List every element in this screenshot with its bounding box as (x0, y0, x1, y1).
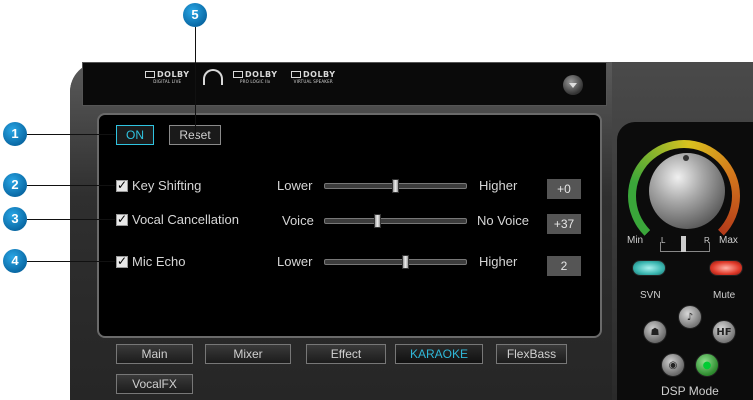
dolby-logo-bar: DOLBY DIGITAL LIVE DOLBY PRO LOGIC IIx D… (82, 62, 607, 106)
vocal-cancellation-slider-thumb[interactable] (374, 214, 382, 228)
vocal-cancellation-value: +37 (547, 214, 581, 234)
dolby-pro-logic-logo: DOLBY PRO LOGIC IIx (233, 71, 278, 84)
callout-2: 2 (3, 173, 27, 197)
callout-3-leader (27, 219, 115, 220)
volume-max-label: Max (719, 235, 738, 246)
callout-1-leader (27, 134, 115, 135)
mic-echo-value: 2 (547, 256, 581, 276)
tab-bar: Main Mixer Effect KARAOKE FlexBass Vocal… (97, 338, 602, 400)
tab-karaoke[interactable]: KARAOKE (395, 344, 483, 364)
tab-main[interactable]: Main (116, 344, 193, 364)
on-toggle-button[interactable]: ON (116, 125, 154, 145)
callout-2-leader (27, 185, 115, 186)
key-shifting-min-label: Lower (277, 178, 313, 193)
vocal-cancellation-label: Vocal Cancellation (132, 212, 239, 227)
mic-echo-checkbox[interactable] (116, 254, 128, 268)
key-shifting-value: +0 (547, 179, 581, 199)
key-shifting-slider-thumb[interactable] (392, 179, 399, 193)
screenshot-canvas: DOLBY DIGITAL LIVE DOLBY PRO LOGIC IIx D… (0, 0, 753, 400)
svn-label: SVN (640, 290, 661, 301)
mic-echo-min-label: Lower (277, 254, 313, 269)
dsp-mode-music-icon[interactable]: ♪ (678, 305, 702, 329)
svn-button[interactable] (632, 260, 666, 276)
mic-echo-slider[interactable] (324, 259, 467, 265)
mic-echo-max-label: Higher (479, 254, 518, 269)
balance-slider-thumb[interactable] (681, 236, 686, 252)
callout-1: 1 (3, 122, 27, 146)
mic-echo-label: Mic Echo (132, 254, 186, 269)
headphone-icon (203, 69, 223, 85)
callout-4-leader (27, 261, 115, 262)
dsp-mode-robot-icon[interactable]: ☗ (643, 320, 667, 344)
tab-mixer[interactable]: Mixer (205, 344, 291, 364)
dsp-mode-label: DSP Mode (661, 384, 719, 398)
dsp-mode-active-icon[interactable]: ● (695, 353, 719, 377)
volume-knob-indicator (683, 155, 689, 161)
tab-vocalfx[interactable]: VocalFX (116, 374, 193, 394)
vocal-cancellation-slider[interactable] (324, 218, 467, 224)
mute-button[interactable] (709, 260, 743, 276)
dsp-mode-hf-icon[interactable]: HF (712, 320, 736, 344)
vocal-cancellation-min-label: Voice (282, 213, 314, 228)
dolby-digital-live-logo: DOLBY DIGITAL LIVE (145, 71, 190, 84)
dropdown-arrow-icon[interactable] (563, 75, 583, 95)
dsp-mode-game-icon[interactable]: ◉ (661, 353, 685, 377)
karaoke-panel: ON Reset Key Shifting Lower Higher +0 Vo… (97, 113, 602, 338)
vocal-cancellation-checkbox[interactable] (116, 212, 128, 226)
volume-knob[interactable] (649, 153, 725, 229)
key-shifting-checkbox[interactable] (116, 178, 128, 192)
volume-min-label: Min (627, 235, 644, 246)
callout-5: 5 (183, 3, 207, 27)
callout-4: 4 (3, 249, 27, 273)
key-shifting-max-label: Higher (479, 178, 518, 193)
callout-3: 3 (3, 207, 27, 231)
callout-5-leader (195, 27, 196, 137)
tab-effect[interactable]: Effect (306, 344, 386, 364)
key-shifting-label: Key Shifting (132, 178, 202, 193)
mic-echo-slider-thumb[interactable] (401, 255, 409, 269)
vocal-cancellation-max-label: No Voice (477, 213, 530, 228)
mute-label: Mute (713, 290, 736, 301)
tab-flexbass[interactable]: FlexBass (496, 344, 567, 364)
dolby-virtual-speaker-logo: DOLBY VIRTUAL SPEAKER (291, 71, 336, 84)
